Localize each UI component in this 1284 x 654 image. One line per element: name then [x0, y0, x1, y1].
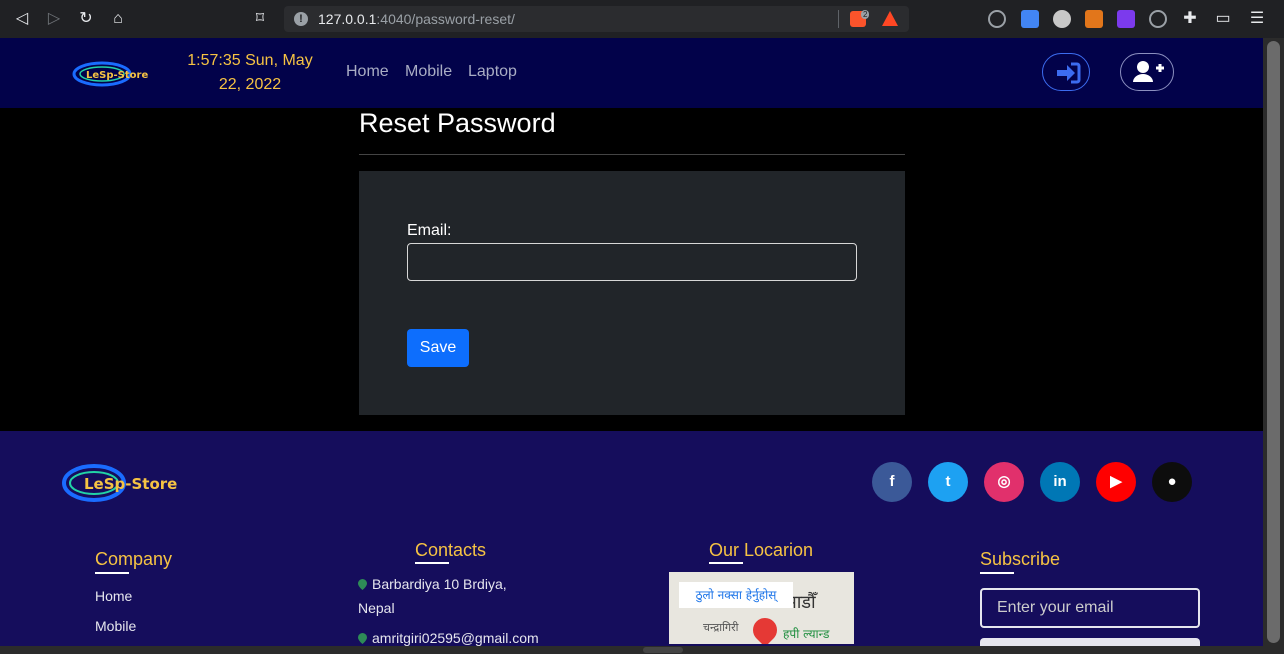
title-underline: [709, 562, 743, 564]
nav-home[interactable]: Home: [346, 63, 389, 81]
youtube-icon[interactable]: ▶: [1096, 462, 1136, 502]
address-line-2: Nepal: [358, 600, 395, 616]
contacts-title: Contacts: [415, 540, 487, 560]
nav-laptop[interactable]: Laptop: [468, 63, 517, 81]
vertical-scrollbar[interactable]: [1263, 38, 1284, 654]
site-info-icon[interactable]: !: [294, 12, 308, 26]
contact-email[interactable]: amritgiri02595@gmail.com: [358, 630, 539, 646]
scroll-thumb[interactable]: [1267, 41, 1280, 643]
extensions-icon[interactable]: ✚: [1180, 9, 1200, 29]
clock-time: 1:57:35 Sun, May: [187, 52, 313, 69]
email-field[interactable]: [407, 243, 857, 281]
clock-date: 22, 2022: [218, 76, 282, 93]
vue-devtools-icon[interactable]: [1117, 10, 1135, 28]
footer-link-home[interactable]: Home: [95, 588, 132, 604]
shields-count-badge: 2: [861, 10, 870, 19]
footer-logo-text: LeSp-Store: [84, 475, 177, 493]
location-pin-icon: [358, 633, 367, 644]
metamask-icon[interactable]: [1085, 10, 1103, 28]
url-text[interactable]: 127.0.0.1:4040/password-reset/: [318, 11, 515, 27]
grammarly-icon[interactable]: [1149, 10, 1167, 28]
url-host: 127.0.0.1: [318, 11, 377, 27]
view-larger-map-button[interactable]: ठुलो नक्सा हेर्नुहोस्: [679, 582, 793, 608]
facebook-icon[interactable]: f: [872, 462, 912, 502]
subscribe-title: Subscribe: [980, 549, 1061, 569]
map-place-label: चन्द्रागिरी: [703, 621, 739, 634]
home-icon[interactable]: ⌂: [108, 9, 128, 29]
twitter-icon[interactable]: t: [928, 462, 968, 502]
back-icon[interactable]: ◁: [12, 9, 32, 29]
extension-owl-icon[interactable]: [1053, 10, 1071, 28]
map-marker-icon: [748, 613, 782, 644]
address-line-1: Barbardiya 10 Brdiya,: [372, 576, 507, 592]
github-icon[interactable]: ●: [1152, 462, 1192, 502]
email-text: amritgiri02595@gmail.com: [372, 630, 539, 646]
store-logo[interactable]: LeSp-Store: [72, 61, 148, 87]
react-devtools-icon[interactable]: [988, 10, 1006, 28]
translate-icon[interactable]: [1021, 10, 1039, 28]
divider: [838, 10, 839, 28]
location-title: Our Locarion: [709, 540, 814, 560]
logo-text: LeSp-Store: [86, 70, 148, 81]
login-button[interactable]: [1042, 53, 1090, 91]
url-path: :4040/password-reset/: [376, 11, 515, 27]
page-title: Reset Password: [359, 108, 556, 138]
user-plus-icon: [1133, 61, 1164, 82]
menu-icon[interactable]: ☰: [1247, 9, 1267, 29]
reload-icon[interactable]: ↻: [76, 9, 96, 29]
browser-toolbar: ◁ ▷ ↻ ⌂ ⌑ ! 127.0.0.1:4040/password-rese…: [0, 0, 1284, 38]
map-place-label: हपी ल्यान्ड: [783, 627, 830, 641]
email-label: Email:: [407, 222, 452, 239]
nav-mobile[interactable]: Mobile: [405, 63, 452, 81]
save-button[interactable]: Save: [407, 329, 469, 367]
signup-button[interactable]: [1120, 53, 1174, 91]
company-title: Company: [95, 549, 173, 569]
linkedin-icon[interactable]: in: [1040, 462, 1080, 502]
reset-form: Email: Save: [359, 171, 905, 415]
site-navbar: LeSp-Store 1:57:35 Sun, May 22, 2022 Hom…: [0, 38, 1263, 108]
sign-in-icon: [1057, 62, 1081, 84]
footer-link-mobile[interactable]: Mobile: [95, 618, 136, 634]
location-map[interactable]: काठमाडौँ ठुलो नक्सा हेर्नुहोस् चन्द्रागि…: [669, 572, 854, 644]
location-pin-icon: [358, 579, 367, 590]
scroll-thumb[interactable]: [643, 647, 683, 653]
main-content: Reset Password Email: Save: [0, 108, 1263, 431]
bookmark-icon[interactable]: ⌑: [250, 9, 270, 29]
footer-logo[interactable]: LeSp-Store: [60, 461, 180, 505]
address-bar[interactable]: ! 127.0.0.1:4040/password-reset/ 2: [284, 6, 909, 32]
site-footer: LeSp-Store f t ◎ in ▶ ● Company Home Mob…: [0, 431, 1263, 654]
title-underline: [980, 572, 1014, 574]
contact-address: Barbardiya 10 Brdiya,: [358, 576, 507, 592]
wallet-icon[interactable]: ▭: [1213, 9, 1233, 29]
divider: [359, 154, 905, 155]
instagram-icon[interactable]: ◎: [984, 462, 1024, 502]
title-underline: [415, 562, 449, 564]
clock: 1:57:35 Sun, May 22, 2022: [180, 49, 320, 97]
horizontal-scrollbar[interactable]: [0, 646, 1263, 654]
brave-rewards-icon[interactable]: [882, 11, 898, 26]
forward-icon[interactable]: ▷: [44, 9, 64, 29]
subscribe-email-input[interactable]: Enter your email: [980, 588, 1200, 628]
title-underline: [95, 572, 129, 574]
